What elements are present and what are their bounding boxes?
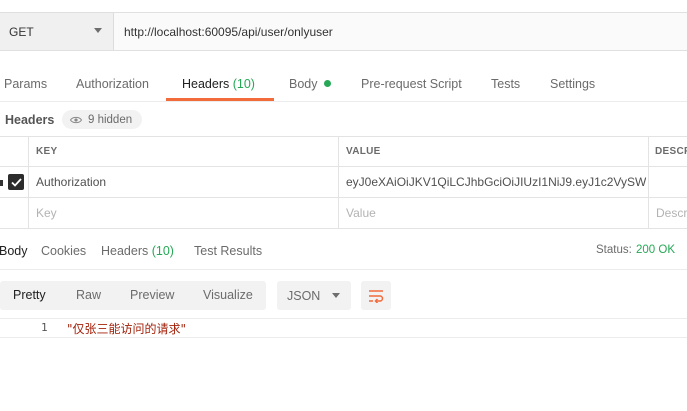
hidden-headers-toggle[interactable]: 9 hidden [62, 110, 143, 129]
tab-label: Tests [491, 77, 521, 91]
tab-label: Body [0, 244, 28, 258]
response-tabs: Body Cookies Headers (10) Test Results [0, 236, 687, 270]
tab-label: Authorization [76, 77, 149, 91]
table-row-empty: Key Value Descr [0, 198, 687, 229]
wrap-lines-button[interactable] [361, 281, 391, 310]
tab-label: Body [289, 77, 318, 91]
chevron-down-icon [94, 28, 102, 33]
column-header-value: VALUE [346, 146, 381, 157]
status-badge: 200 OK [636, 244, 675, 256]
tab-count: (10) [151, 244, 174, 258]
status-dot-icon [323, 80, 331, 87]
table-header-row: KEY VALUE DESCRI [0, 137, 687, 167]
column-header-key: KEY [36, 146, 58, 157]
format-toggle-group: Pretty Raw Preview Visualize [0, 281, 266, 310]
check-icon [10, 177, 22, 187]
table-row: Authorization eyJ0eXAiOiJKV1QiLCJhbGciOi… [0, 167, 687, 198]
language-select[interactable]: JSON [277, 281, 351, 310]
tab-tests[interactable]: Tests [491, 70, 520, 101]
checkbox-checked-icon[interactable] [8, 174, 24, 190]
request-tabs: Params Authorization Headers (10) Body P… [0, 70, 687, 102]
tab-test-results[interactable]: Test Results [194, 236, 262, 269]
tab-response-headers[interactable]: Headers (10) [101, 236, 174, 269]
headers-table: KEY VALUE DESCRI Authorization eyJ0eXAiO… [0, 136, 687, 230]
tab-label: Settings [550, 77, 596, 91]
method-label: GET [9, 24, 34, 39]
status-label: Status: [596, 244, 632, 256]
tab-label: Test Results [194, 244, 263, 258]
header-value-cell[interactable]: eyJ0eXAiOiJKV1QiLCJhbGciOiJIUzI1NiJ9.eyJ… [346, 167, 646, 197]
tab-params[interactable]: Params [4, 70, 47, 101]
line-number: 1 [41, 321, 48, 334]
wrap-lines-icon [369, 289, 384, 303]
url-input[interactable]: http://localhost:60095/api/user/onlyuser [124, 13, 333, 50]
request-url-bar: GET http://localhost:60095/api/user/only… [0, 12, 687, 51]
active-tab-indicator [166, 98, 274, 101]
header-key-cell[interactable]: Authorization [36, 167, 106, 197]
tab-count: (10) [232, 77, 255, 91]
tab-cookies[interactable]: Cookies [41, 236, 86, 269]
tab-settings[interactable]: Settings [550, 70, 595, 101]
url-text: http://localhost:60095/api/user/onlyuser [124, 24, 333, 39]
tab-label: Cookies [41, 244, 87, 258]
new-description-input[interactable]: Descr [656, 198, 687, 228]
new-key-input[interactable]: Key [36, 198, 57, 228]
language-label: JSON [287, 288, 321, 303]
headers-section-title: Headers [5, 113, 55, 127]
pretty-button[interactable]: Pretty [13, 281, 46, 310]
new-value-input[interactable]: Value [346, 198, 376, 228]
tab-response-body[interactable]: Body [0, 236, 28, 269]
hidden-count-label: 9 hidden [88, 113, 133, 126]
tab-pre-request-script[interactable]: Pre-request Script [361, 70, 462, 101]
preview-button[interactable]: Preview [130, 281, 174, 310]
column-header-description: DESCRI [655, 146, 687, 157]
raw-button[interactable]: Raw [76, 281, 101, 310]
tab-label: Headers [101, 244, 149, 258]
tab-label: Headers [182, 77, 230, 91]
tab-headers[interactable]: Headers (10) [182, 70, 255, 101]
method-select[interactable]: GET [0, 13, 114, 50]
tab-label: Params [4, 77, 48, 91]
drag-handle-icon[interactable] [0, 180, 3, 186]
chevron-down-icon [332, 293, 340, 298]
visualize-button[interactable]: Visualize [203, 281, 253, 310]
eye-icon [70, 116, 82, 123]
tab-authorization[interactable]: Authorization [76, 70, 149, 101]
response-body-text: "仅张三能访问的请求" [67, 322, 187, 336]
tab-label: Pre-request Script [361, 77, 462, 91]
tab-body[interactable]: Body [289, 70, 331, 101]
